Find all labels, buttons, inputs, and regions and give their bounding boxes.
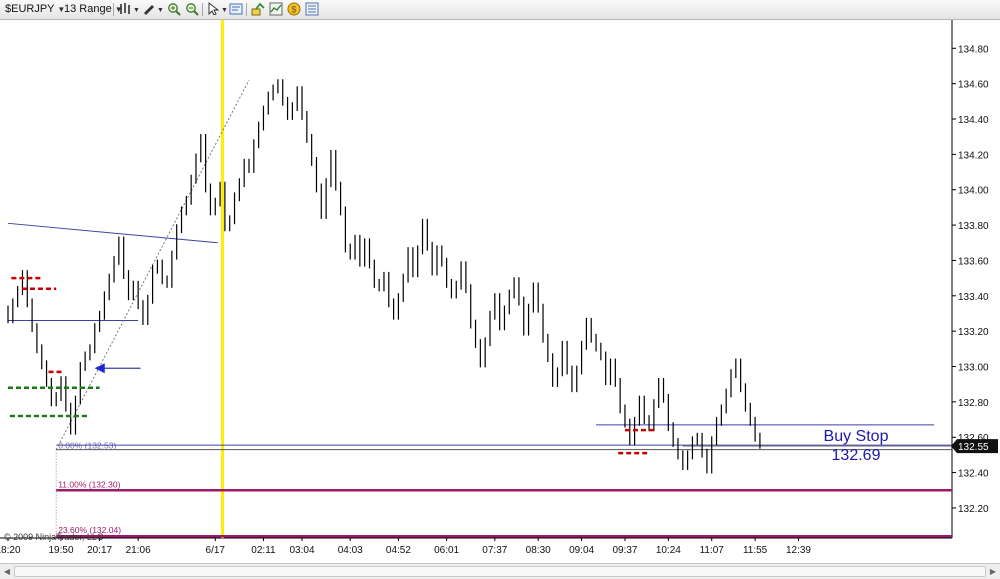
annotation-buy-stop: Buy Stop	[824, 428, 889, 445]
ninjatrader-chart-window: $EURJPY ▼ 13 Range ▼ ▼ ▼ ▼ $ 132.20 132.4…	[0, 0, 1000, 579]
price-tick-label: 134.00	[958, 186, 989, 197]
properties-icon	[305, 2, 319, 16]
strategy-icon[interactable]	[250, 2, 266, 17]
time-tick-label: 04:03	[338, 545, 363, 556]
svg-text:$: $	[291, 5, 296, 15]
time-tick-label: 03:04	[290, 545, 315, 556]
price-tick-label: 132.80	[958, 398, 989, 409]
chart-trader-icon[interactable]	[268, 2, 284, 17]
price-tick-label: 134.80	[958, 44, 989, 55]
zoom-out-icon	[186, 3, 199, 16]
price-tick-label: 133.80	[958, 221, 989, 232]
pointer-cursor-icon: ▼	[208, 2, 228, 16]
chart-toolbar: $EURJPY ▼ 13 Range ▼ ▼ ▼ ▼ $	[0, 0, 1000, 20]
current-price-label: 132.55	[958, 442, 989, 453]
time-tick-label: 11:07	[700, 545, 725, 556]
toolbar-separator	[246, 3, 247, 16]
currency-icon[interactable]: $	[286, 2, 302, 17]
svg-text:▼: ▼	[221, 7, 228, 14]
period-label: 13 Range	[64, 3, 112, 15]
bar-style-icon: ▼	[120, 3, 140, 14]
price-chart[interactable]: 132.20132.40132.60132.80133.00133.20133.…	[0, 20, 1000, 563]
zoom-in-icon[interactable]	[166, 2, 182, 17]
pencil-draw-icon: ▼	[144, 5, 164, 15]
time-tick-label: 08:30	[526, 545, 551, 556]
scrollbar-thumb[interactable]	[14, 566, 986, 577]
time-tick-label: 11:55	[743, 545, 768, 556]
annotation-buy-stop-price: 132.69	[832, 447, 881, 464]
zoom-out-icon[interactable]	[184, 2, 200, 17]
price-tick-label: 133.00	[958, 363, 989, 374]
time-tick-label: 07:37	[482, 545, 507, 556]
price-tick-label: 132.40	[958, 469, 989, 480]
time-tick-label: 18:20	[0, 545, 21, 556]
time-tick-label: 21:06	[126, 545, 151, 556]
time-tick-label: 10:24	[656, 545, 681, 556]
time-tick-label: 04:52	[386, 545, 411, 556]
price-tick-label: 132.20	[958, 504, 989, 515]
instrument-label: $EURJPY	[5, 3, 55, 15]
time-tick-label: 09:04	[569, 545, 594, 556]
pencil-draw-icon[interactable]: ▼	[142, 2, 164, 17]
price-tick-label: 133.20	[958, 327, 989, 338]
chart-background	[0, 20, 1000, 563]
time-tick-label: 12:39	[786, 545, 811, 556]
horizontal-scrollbar[interactable]: ◀ ▶	[0, 563, 1000, 579]
price-tick-label: 134.40	[958, 115, 989, 126]
time-tick-label: 19:50	[49, 545, 74, 556]
properties-icon[interactable]	[304, 2, 320, 17]
price-tick-label: 134.60	[958, 80, 989, 91]
data-box-icon	[229, 3, 243, 15]
time-tick-label: 02:11	[251, 545, 276, 556]
fib-level-label: 11.00% (132.30)	[58, 479, 120, 489]
pointer-cursor-icon[interactable]: ▼	[206, 2, 228, 17]
chart-trader-icon	[269, 2, 283, 16]
scroll-left-icon[interactable]: ◀	[2, 566, 12, 577]
time-tick-label: 6/17	[206, 545, 226, 556]
toolbar-separator	[202, 3, 203, 16]
scroll-right-icon[interactable]: ▶	[988, 566, 998, 577]
bar-style-icon[interactable]: ▼	[118, 2, 140, 17]
time-tick-label: 06:01	[434, 545, 459, 556]
strategy-icon	[251, 2, 265, 16]
time-tick-label: 20:17	[87, 545, 112, 556]
time-tick-label: 09:37	[612, 545, 637, 556]
svg-text:▼: ▼	[133, 7, 140, 14]
svg-text:▼: ▼	[157, 7, 164, 14]
copyright-text: © 2009 NinjaTrader, LLC	[4, 532, 104, 542]
price-tick-label: 134.20	[958, 150, 989, 161]
price-tick-label: 133.60	[958, 256, 989, 267]
zoom-in-icon	[168, 3, 181, 16]
data-box-icon[interactable]	[228, 2, 244, 17]
instrument-selector[interactable]: $EURJPY ▼	[5, 2, 65, 17]
price-tick-label: 133.40	[958, 292, 989, 303]
toolbar-separator	[113, 3, 114, 16]
currency-icon: $	[287, 2, 301, 16]
